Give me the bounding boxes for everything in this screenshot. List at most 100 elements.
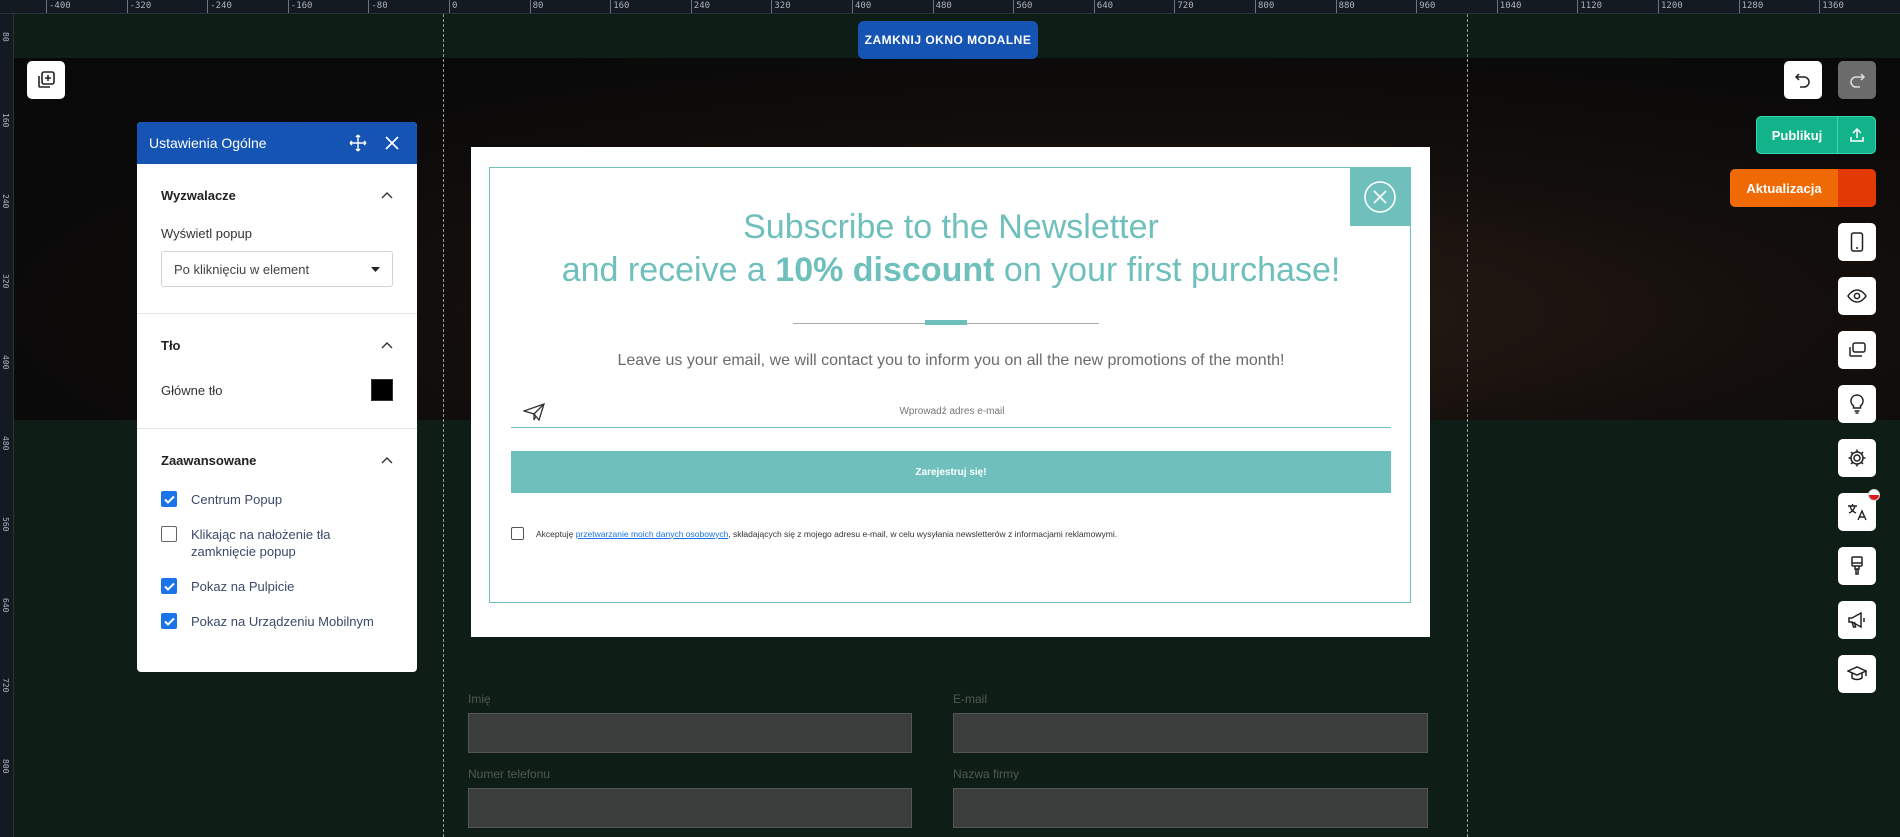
ruler-tick <box>1174 0 1176 13</box>
layers-icon <box>1849 342 1866 357</box>
mobile-preview-button[interactable] <box>1838 223 1876 261</box>
style-button[interactable] <box>1838 547 1876 585</box>
consent-checkbox[interactable] <box>511 527 524 540</box>
general-settings-panel: Ustawienia Ogólne Wyzwalacze Wyświetl po… <box>137 122 417 672</box>
ruler-label: 560 <box>1 516 10 532</box>
settings-button[interactable] <box>1838 439 1876 477</box>
tips-button[interactable] <box>1838 385 1876 423</box>
ruler-label: -320 <box>129 1 152 11</box>
consent-post: , składających się z mojego adresu e-mai… <box>728 528 1118 539</box>
guide-line-right <box>1467 14 1468 837</box>
form-label-company: Nazwa firmy <box>953 767 1020 781</box>
panel-header: Ustawienia Ogólne <box>137 122 417 164</box>
ruler-label: -160 <box>290 1 313 11</box>
newsletter-popup-content: Subscribe to the Newsletter and receive … <box>489 167 1411 603</box>
ruler-label: 320 <box>1 274 10 289</box>
option-show-desktop[interactable]: Pokaz na Pulpicie <box>161 578 393 595</box>
option-label: Pokaz na Pulpicie <box>191 579 295 594</box>
undo-button[interactable] <box>1784 61 1822 99</box>
section-advanced-header[interactable]: Zaawansowane <box>161 429 393 491</box>
form-label-name: Imię <box>468 692 491 706</box>
subscribe-button[interactable]: Zarejestruj się! <box>511 451 1391 493</box>
add-layer-icon <box>38 71 55 88</box>
ruler-label: -240 <box>210 1 232 11</box>
redo-button[interactable] <box>1838 61 1876 99</box>
language-flag-badge <box>1868 489 1880 501</box>
marketing-button[interactable] <box>1838 601 1876 639</box>
ruler-label: 480 <box>1 436 10 451</box>
ruler-label: 80 <box>532 1 544 11</box>
ruler-label: 1040 <box>1499 1 1522 11</box>
option-show-mobile[interactable]: Pokaz na Urządzeniu Mobilnym <box>161 613 393 630</box>
ruler-label: 960 <box>1419 1 1436 11</box>
tutorials-button[interactable] <box>1838 655 1876 693</box>
popup-title-line2: and receive a 10% discount on your first… <box>490 249 1412 292</box>
email-field-row <box>511 396 1391 428</box>
display-popup-select[interactable]: Po kliknięciu w element <box>161 251 393 287</box>
option-label: Pokaz na Urządzeniu Mobilnym <box>191 614 374 629</box>
check-icon <box>163 582 175 591</box>
ruler-label: 800 <box>1258 1 1275 11</box>
update-button[interactable]: Aktualizacja <box>1730 169 1876 207</box>
form-input-email[interactable] <box>953 713 1428 753</box>
chevron-up-icon <box>381 342 393 349</box>
option-center-popup[interactable]: Centrum Popup <box>161 491 393 508</box>
consent-link[interactable]: przetwarzanie moich danych osobowych <box>576 529 729 539</box>
form-input-company[interactable] <box>953 788 1428 828</box>
eye-icon <box>1847 289 1867 303</box>
ruler-label: 0 <box>452 1 458 11</box>
ruler-tick <box>852 0 853 13</box>
layers-button[interactable] <box>1838 331 1876 369</box>
publish-button[interactable]: Publikuj <box>1756 116 1876 154</box>
check-icon <box>163 617 175 626</box>
ruler-label: -400 <box>49 1 71 11</box>
preview-button[interactable] <box>1838 277 1876 315</box>
guide-line-left <box>443 14 444 837</box>
title-divider-accent <box>925 320 967 325</box>
ruler-tick <box>1335 0 1337 13</box>
ruler-tick <box>932 0 934 13</box>
form-input-phone[interactable] <box>468 788 912 828</box>
main-background-color-swatch[interactable] <box>371 379 393 401</box>
main-background-label: Główne tło <box>161 382 223 398</box>
caret-down-icon <box>371 266 380 272</box>
move-icon[interactable] <box>345 130 371 156</box>
undo-icon <box>1794 73 1810 88</box>
lightbulb-icon <box>1850 394 1864 414</box>
chevron-up-icon <box>381 192 393 199</box>
ruler-label: 1360 <box>1822 1 1844 11</box>
add-layer-button[interactable] <box>27 61 65 99</box>
checkbox-show-desktop[interactable] <box>161 578 177 594</box>
email-input[interactable] <box>549 405 1391 418</box>
translate-button[interactable] <box>1838 489 1880 531</box>
popup-title-post: on your first purchase! <box>994 251 1341 289</box>
close-icon[interactable] <box>379 130 405 156</box>
ruler-label: 1120 <box>1580 1 1603 11</box>
ruler-label: 240 <box>693 1 711 11</box>
horizontal-ruler: -400 -320 -240 -160 -80 0 80 160 240 320 400 480 560… <box>0 0 1900 14</box>
ruler-tick <box>1013 0 1015 13</box>
ruler-tick <box>126 0 128 13</box>
publish-label: Publikuj <box>1771 127 1823 143</box>
popup-title: Subscribe to the Newsletter and receive … <box>490 206 1412 292</box>
ruler-tick <box>690 0 692 13</box>
ruler-label: 640 <box>1096 1 1114 11</box>
checkbox-show-mobile[interactable] <box>161 613 177 629</box>
ruler-label: 800 <box>1 759 10 774</box>
option-label: Klikając na nałożenie tła zamknięcie pop… <box>191 527 331 559</box>
ruler-label: 160 <box>613 1 630 11</box>
ruler-tick <box>1093 0 1095 13</box>
ruler-tick <box>1416 0 1418 13</box>
checkbox-close-on-overlay[interactable] <box>161 526 177 542</box>
ruler-label: 1200 <box>1661 1 1683 11</box>
section-triggers-title: Wyzwalacze <box>161 187 236 203</box>
chevron-up-icon <box>381 457 393 464</box>
ruler-label: 720 <box>1 678 10 693</box>
option-close-on-overlay[interactable]: Klikając na nałożenie tła zamknięcie pop… <box>161 526 393 560</box>
close-modal-button[interactable]: ZAMKNIJ OKNO MODALNE <box>858 21 1038 59</box>
panel-title: Ustawienia Ogólne <box>149 135 267 151</box>
section-triggers-header[interactable]: Wyzwalacze <box>161 164 393 226</box>
checkbox-center-popup[interactable] <box>161 491 177 507</box>
section-background-header[interactable]: Tło <box>161 314 393 376</box>
form-input-name[interactable] <box>468 713 912 753</box>
